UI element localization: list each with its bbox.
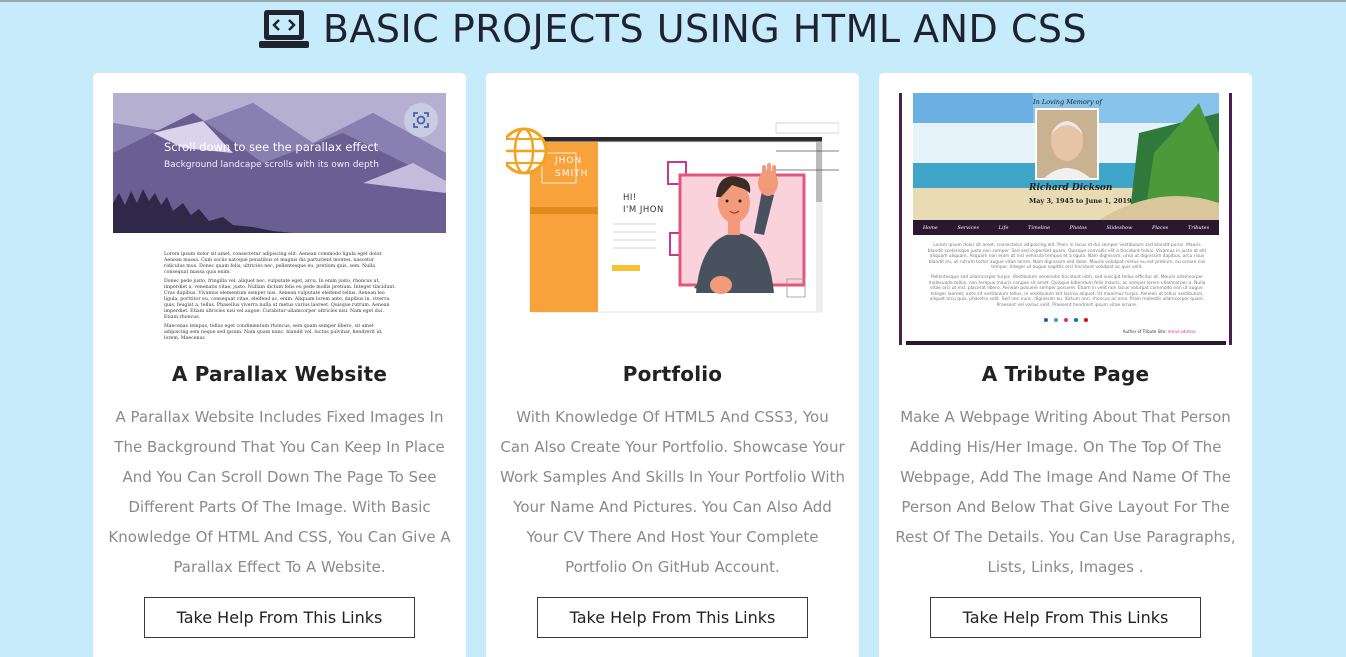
page-title: BASIC PROJECTS USING HTML AND CSS xyxy=(322,7,1088,51)
author-label: Author of Tribute Site: xyxy=(1122,329,1167,334)
paragraph: Pellentesque sed ullamcorper turpis. Ves… xyxy=(928,274,1206,308)
card-title: Portfolio xyxy=(622,362,723,386)
card-description: A Parallax Website Includes Fixed Images… xyxy=(108,408,451,576)
nav-item[interactable]: Photos xyxy=(1070,225,1087,231)
memory-caption: In Loving Memory of xyxy=(1033,98,1102,106)
tribute-nav-bar: Home Services Life Timeline Photos Slide… xyxy=(913,220,1219,235)
paragraph: Lorem ipsum dolor sit amet, consectetur … xyxy=(927,243,1207,271)
card-description: Make A Webpage Writing About That Person… xyxy=(895,408,1236,576)
portfolio-greeting: HI! I'M JHON xyxy=(623,192,664,216)
screenshot-scan-icon[interactable] xyxy=(404,103,438,137)
page-heading: BASIC PROJECTS USING HTML AND CSS xyxy=(0,6,1346,52)
nav-item[interactable]: Services xyxy=(958,225,980,231)
tribute-person-name: Richard Dickson xyxy=(1029,183,1113,193)
portfolio-sidebar-name: JHON SMITH xyxy=(555,155,588,181)
greeting-line: I'M JHON xyxy=(623,205,664,215)
parallax-hero-heading: Scroll down to see the parallax effect xyxy=(164,140,379,154)
parallax-body-text: Lorem ipsum dolor sit amet, consectetur … xyxy=(164,252,396,345)
project-card-tribute: In Loving Memory of Richard Dickson May … xyxy=(879,73,1252,657)
parallax-hero-subheading: Background landcape scrolls with its own… xyxy=(164,160,379,170)
help-links-button[interactable]: Take Help From This Links xyxy=(537,597,808,638)
nav-item[interactable]: Timeline xyxy=(1028,225,1050,231)
name-line: JHON xyxy=(555,156,583,166)
project-card-portfolio: JHON SMITH HI! I'M JHON Portfolio With K… xyxy=(486,73,859,657)
name-line: SMITH xyxy=(555,169,589,179)
tribute-body-text: Lorem ipsum dolor sit amet, consectetur … xyxy=(926,243,1208,313)
tribute-dates: May 3, 1945 to June 1, 2019 xyxy=(1029,197,1132,205)
nav-item[interactable]: Slideshow xyxy=(1106,225,1132,231)
greeting-line: HI! xyxy=(623,193,637,203)
project-card-parallax: Scroll down to see the parallax effect B… xyxy=(93,73,466,657)
help-links-button[interactable]: Take Help From This Links xyxy=(930,597,1201,638)
laptop-code-icon xyxy=(258,10,309,48)
nav-item[interactable]: Home xyxy=(923,225,938,231)
nav-item[interactable]: Tributes xyxy=(1188,225,1209,231)
tribute-page-preview: In Loving Memory of Richard Dickson May … xyxy=(899,93,1232,345)
nav-item[interactable]: Places xyxy=(1152,225,1168,231)
portfolio-illustration xyxy=(506,122,839,313)
paragraph: Maecenas tempus, tellus eget condimentum… xyxy=(164,324,383,341)
card-title: A Tribute Page xyxy=(981,362,1150,386)
parallax-website-preview: Scroll down to see the parallax effect B… xyxy=(113,93,446,345)
help-links-button[interactable]: Take Help From This Links xyxy=(144,597,415,638)
card-description: With Knowledge Of HTML5 And CSS3, You Ca… xyxy=(500,408,845,576)
tribute-author-line: Author of Tribute Site: email address xyxy=(1123,329,1196,334)
paragraph: Lorem ipsum dolor sit amet, consectetur … xyxy=(164,252,383,275)
portfolio-preview: JHON SMITH HI! I'M JHON xyxy=(506,93,839,345)
nav-item[interactable]: Life xyxy=(999,225,1009,231)
paragraph: Donec pede justo, fringilla vel, aliquet… xyxy=(164,279,396,320)
author-link[interactable]: email address xyxy=(1168,329,1196,334)
card-title: A Parallax Website xyxy=(171,362,388,386)
